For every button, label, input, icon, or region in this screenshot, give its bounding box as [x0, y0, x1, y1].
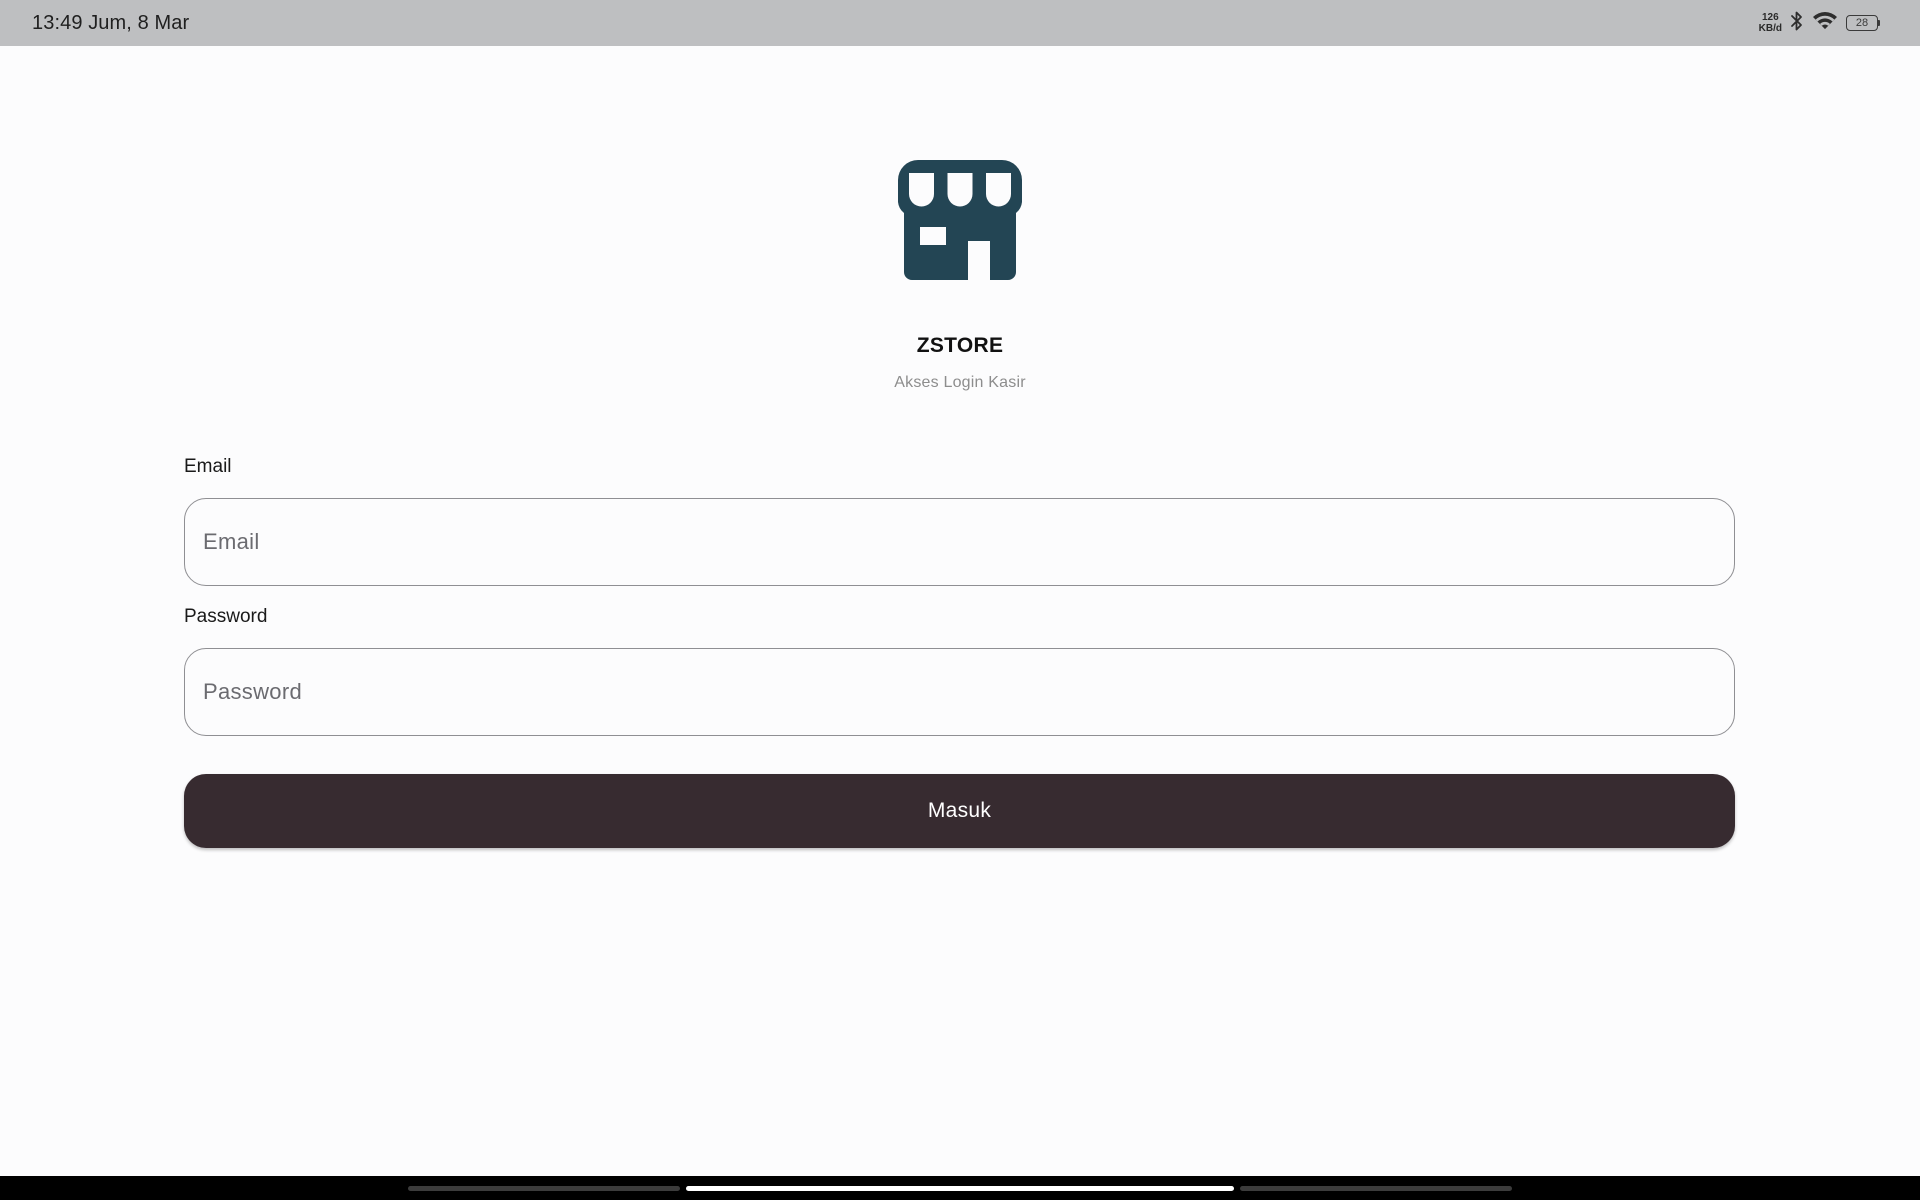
store-subtitle: Akses Login Kasir: [894, 374, 1026, 391]
network-speed: 126 KB/d: [1759, 12, 1782, 34]
network-speed-value: 126: [1761, 12, 1779, 23]
email-field[interactable]: [184, 498, 1735, 586]
navigation-bar: [0, 1176, 1920, 1200]
status-icons: 126 KB/d 28: [1759, 10, 1880, 37]
nav-handle-left[interactable]: [408, 1186, 680, 1191]
wifi-icon: [1812, 11, 1838, 36]
nav-handle-right[interactable]: [1240, 1186, 1512, 1191]
bluetooth-icon: [1790, 10, 1804, 37]
store-icon: [898, 160, 1022, 280]
store-logo: [896, 158, 1024, 282]
network-speed-unit: KB/d: [1758, 23, 1782, 34]
status-time: 13:49 Jum, 8 Mar: [32, 11, 190, 34]
password-label: Password: [184, 606, 268, 627]
battery-level: 28: [1846, 15, 1878, 31]
status-bar: 13:49 Jum, 8 Mar 126 KB/d 28: [0, 0, 1920, 46]
login-button[interactable]: Masuk: [184, 774, 1735, 848]
nav-handle-home[interactable]: [686, 1186, 1234, 1191]
store-name: ZSTORE: [916, 334, 1004, 357]
password-field[interactable]: [184, 648, 1735, 736]
email-label: Email: [184, 456, 232, 477]
battery-icon: 28: [1846, 15, 1880, 31]
